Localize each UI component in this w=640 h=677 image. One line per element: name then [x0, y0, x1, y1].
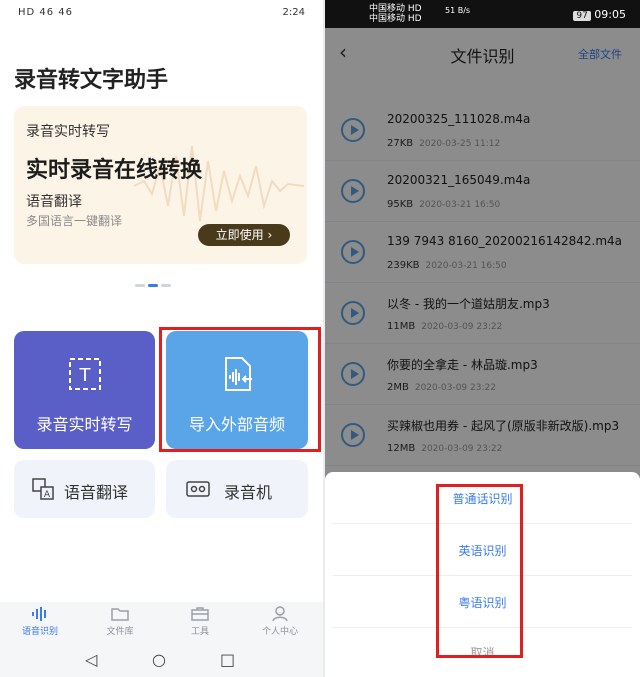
status-right-group: 97 09:05 [573, 8, 626, 21]
battery-level: 97 [573, 11, 591, 21]
translate-icon: A [32, 478, 54, 500]
user-icon [272, 606, 288, 622]
text-frame-icon: T [68, 358, 101, 390]
tab-label: 文件库 [106, 627, 134, 637]
highlight-box-import [159, 327, 321, 452]
nav-back-icon[interactable]: ◁ [85, 650, 97, 669]
svg-text:T: T [78, 365, 91, 386]
banner-feature-desc: 多国语言一键翻译 [26, 214, 123, 228]
banner-subtitle: 录音实时转写 [26, 124, 110, 140]
carrier-2: 中国移动 HD [369, 14, 422, 24]
carrier-1: 中国移动 HD [369, 4, 422, 14]
tab-tools[interactable]: 工具 [160, 602, 240, 637]
system-nav-bar: ◁ ○ □ [0, 642, 323, 677]
promo-banner[interactable]: 录音实时转写 实时录音在线转换 语音翻译 多国语言一键翻译 立即使用 › [14, 106, 307, 264]
banner-feature: 语音翻译 [26, 194, 82, 210]
tab-label: 工具 [190, 627, 209, 637]
waveform-icon [32, 607, 46, 621]
folder-icon [111, 608, 129, 621]
tab-speech-recognition[interactable]: 语音识别 [0, 602, 80, 637]
bottom-tab-bar: 语音识别 文件库 工具 个人中心 [0, 602, 323, 642]
recorder-tile[interactable]: 录音机 [166, 460, 308, 518]
status-bar: 中国移动 HD 中国移动 HD 51 B/s 97 09:05 [325, 0, 640, 28]
tab-file-library[interactable]: 文件库 [80, 602, 160, 637]
status-time: 09:05 [594, 8, 626, 21]
right-screen: 中国移动 HD 中国移动 HD 51 B/s 97 09:05 ‹ 文件识别 全… [325, 0, 640, 677]
network-indicator: HD 46 46 [18, 7, 74, 18]
status-time: 2:24 [282, 7, 305, 18]
recorder-label: 录音机 [224, 483, 273, 502]
nav-home-icon[interactable]: ○ [152, 650, 166, 669]
live-transcribe-label: 录音实时转写 [36, 415, 133, 434]
tab-label: 个人中心 [261, 627, 298, 637]
svg-text:A: A [44, 490, 51, 500]
app-title: 录音转文字助手 [14, 68, 169, 93]
highlight-box-options [436, 484, 523, 658]
carousel-dots [135, 272, 174, 291]
live-transcribe-tile[interactable]: T 录音实时转写 [14, 331, 155, 449]
tab-label: 语音识别 [21, 627, 58, 637]
voice-translate-tile[interactable]: A 语音翻译 [14, 460, 155, 518]
left-screen: HD 46 46 2:24 录音转文字助手 录音实时转写 实时录音在线转换 语音… [0, 0, 323, 677]
status-bar: HD 46 46 2:24 [0, 0, 323, 28]
toolbox-icon [191, 607, 209, 621]
cassette-icon [186, 481, 210, 497]
tab-profile[interactable]: 个人中心 [240, 602, 320, 637]
nav-recents-icon[interactable]: □ [220, 650, 235, 669]
banner-headline: 实时录音在线转换 [26, 158, 203, 183]
use-now-button[interactable]: 立即使用 › [198, 224, 290, 246]
voice-translate-label: 语音翻译 [64, 483, 129, 502]
carrier-info: 中国移动 HD 中国移动 HD [369, 4, 422, 24]
net-speed: 51 B/s [445, 6, 471, 15]
use-now-label: 立即使用 [215, 228, 264, 242]
